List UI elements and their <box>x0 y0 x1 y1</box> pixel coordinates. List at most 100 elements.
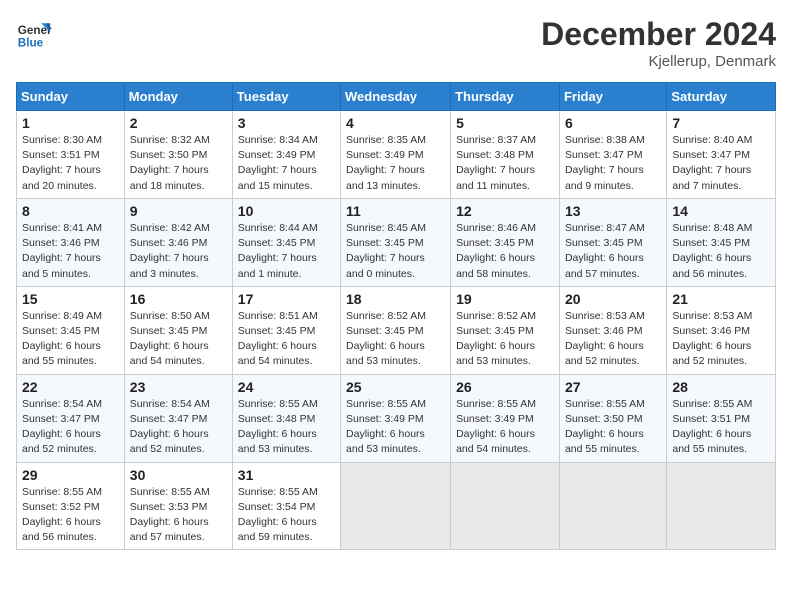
sunset-label: Sunset: 3:45 PM <box>456 325 534 337</box>
empty-cell <box>341 462 451 550</box>
day-detail: Sunrise: 8:55 AM Sunset: 3:49 PM Dayligh… <box>456 397 554 458</box>
sunset-label: Sunset: 3:45 PM <box>130 325 208 337</box>
day-cell-29: 29 Sunrise: 8:55 AM Sunset: 3:52 PM Dayl… <box>17 462 125 550</box>
sunrise-label: Sunrise: 8:52 AM <box>346 310 426 322</box>
sunrise-label: Sunrise: 8:40 AM <box>672 134 752 146</box>
daylight-label: Daylight: 6 hours and 52 minutes. <box>672 340 751 367</box>
day-detail: Sunrise: 8:55 AM Sunset: 3:50 PM Dayligh… <box>565 397 661 458</box>
day-number: 3 <box>238 115 335 131</box>
day-number: 12 <box>456 203 554 219</box>
day-detail: Sunrise: 8:42 AM Sunset: 3:46 PM Dayligh… <box>130 221 227 282</box>
header-thursday: Thursday <box>451 83 560 111</box>
sunrise-label: Sunrise: 8:53 AM <box>672 310 752 322</box>
day-detail: Sunrise: 8:44 AM Sunset: 3:45 PM Dayligh… <box>238 221 335 282</box>
sunrise-label: Sunrise: 8:42 AM <box>130 222 210 234</box>
sunrise-label: Sunrise: 8:46 AM <box>456 222 536 234</box>
day-cell-25: 25 Sunrise: 8:55 AM Sunset: 3:49 PM Dayl… <box>341 374 451 462</box>
sunrise-label: Sunrise: 8:55 AM <box>456 398 536 410</box>
daylight-label: Daylight: 6 hours and 57 minutes. <box>565 252 644 279</box>
daylight-label: Daylight: 6 hours and 55 minutes. <box>22 340 101 367</box>
sunrise-label: Sunrise: 8:48 AM <box>672 222 752 234</box>
day-cell-14: 14 Sunrise: 8:48 AM Sunset: 3:45 PM Dayl… <box>667 198 776 286</box>
sunrise-label: Sunrise: 8:55 AM <box>346 398 426 410</box>
day-cell-9: 9 Sunrise: 8:42 AM Sunset: 3:46 PM Dayli… <box>124 198 232 286</box>
daylight-label: Daylight: 6 hours and 54 minutes. <box>130 340 209 367</box>
day-number: 10 <box>238 203 335 219</box>
day-detail: Sunrise: 8:38 AM Sunset: 3:47 PM Dayligh… <box>565 133 661 194</box>
day-detail: Sunrise: 8:55 AM Sunset: 3:48 PM Dayligh… <box>238 397 335 458</box>
day-detail: Sunrise: 8:49 AM Sunset: 3:45 PM Dayligh… <box>22 309 119 370</box>
daylight-label: Daylight: 7 hours and 9 minutes. <box>565 164 644 191</box>
day-number: 28 <box>672 379 770 395</box>
day-cell-10: 10 Sunrise: 8:44 AM Sunset: 3:45 PM Dayl… <box>232 198 340 286</box>
sunrise-label: Sunrise: 8:37 AM <box>456 134 536 146</box>
day-cell-31: 31 Sunrise: 8:55 AM Sunset: 3:54 PM Dayl… <box>232 462 340 550</box>
daylight-label: Daylight: 6 hours and 52 minutes. <box>565 340 644 367</box>
sunset-label: Sunset: 3:45 PM <box>346 237 424 249</box>
day-detail: Sunrise: 8:32 AM Sunset: 3:50 PM Dayligh… <box>130 133 227 194</box>
daylight-label: Daylight: 6 hours and 58 minutes. <box>456 252 535 279</box>
sunrise-label: Sunrise: 8:32 AM <box>130 134 210 146</box>
day-cell-4: 4 Sunrise: 8:35 AM Sunset: 3:49 PM Dayli… <box>341 111 451 199</box>
sunset-label: Sunset: 3:50 PM <box>130 149 208 161</box>
daylight-label: Daylight: 7 hours and 7 minutes. <box>672 164 751 191</box>
day-detail: Sunrise: 8:53 AM Sunset: 3:46 PM Dayligh… <box>672 309 770 370</box>
sunrise-label: Sunrise: 8:41 AM <box>22 222 102 234</box>
sunrise-label: Sunrise: 8:45 AM <box>346 222 426 234</box>
sunrise-label: Sunrise: 8:30 AM <box>22 134 102 146</box>
day-detail: Sunrise: 8:55 AM Sunset: 3:54 PM Dayligh… <box>238 485 335 546</box>
day-cell-21: 21 Sunrise: 8:53 AM Sunset: 3:46 PM Dayl… <box>667 286 776 374</box>
daylight-label: Daylight: 7 hours and 0 minutes. <box>346 252 425 279</box>
sunrise-label: Sunrise: 8:38 AM <box>565 134 645 146</box>
day-number: 2 <box>130 115 227 131</box>
day-cell-28: 28 Sunrise: 8:55 AM Sunset: 3:51 PM Dayl… <box>667 374 776 462</box>
week-row-5: 29 Sunrise: 8:55 AM Sunset: 3:52 PM Dayl… <box>17 462 776 550</box>
day-detail: Sunrise: 8:50 AM Sunset: 3:45 PM Dayligh… <box>130 309 227 370</box>
day-number: 30 <box>130 467 227 483</box>
day-number: 11 <box>346 203 445 219</box>
day-detail: Sunrise: 8:54 AM Sunset: 3:47 PM Dayligh… <box>130 397 227 458</box>
svg-text:Blue: Blue <box>18 37 44 50</box>
day-number: 18 <box>346 291 445 307</box>
sunset-label: Sunset: 3:48 PM <box>456 149 534 161</box>
sunrise-label: Sunrise: 8:51 AM <box>238 310 318 322</box>
sunset-label: Sunset: 3:50 PM <box>565 413 643 425</box>
day-cell-1: 1 Sunrise: 8:30 AM Sunset: 3:51 PM Dayli… <box>17 111 125 199</box>
day-number: 26 <box>456 379 554 395</box>
sunset-label: Sunset: 3:45 PM <box>238 325 316 337</box>
header-tuesday: Tuesday <box>232 83 340 111</box>
day-number: 8 <box>22 203 119 219</box>
day-number: 6 <box>565 115 661 131</box>
sunrise-label: Sunrise: 8:50 AM <box>130 310 210 322</box>
day-cell-20: 20 Sunrise: 8:53 AM Sunset: 3:46 PM Dayl… <box>559 286 666 374</box>
daylight-label: Daylight: 6 hours and 53 minutes. <box>456 340 535 367</box>
sunrise-label: Sunrise: 8:55 AM <box>238 486 318 498</box>
day-number: 24 <box>238 379 335 395</box>
day-cell-22: 22 Sunrise: 8:54 AM Sunset: 3:47 PM Dayl… <box>17 374 125 462</box>
header-sunday: Sunday <box>17 83 125 111</box>
day-cell-16: 16 Sunrise: 8:50 AM Sunset: 3:45 PM Dayl… <box>124 286 232 374</box>
day-detail: Sunrise: 8:55 AM Sunset: 3:51 PM Dayligh… <box>672 397 770 458</box>
day-cell-13: 13 Sunrise: 8:47 AM Sunset: 3:45 PM Dayl… <box>559 198 666 286</box>
day-cell-26: 26 Sunrise: 8:55 AM Sunset: 3:49 PM Dayl… <box>451 374 560 462</box>
day-cell-5: 5 Sunrise: 8:37 AM Sunset: 3:48 PM Dayli… <box>451 111 560 199</box>
day-cell-19: 19 Sunrise: 8:52 AM Sunset: 3:45 PM Dayl… <box>451 286 560 374</box>
day-number: 27 <box>565 379 661 395</box>
daylight-label: Daylight: 7 hours and 11 minutes. <box>456 164 535 191</box>
day-cell-27: 27 Sunrise: 8:55 AM Sunset: 3:50 PM Dayl… <box>559 374 666 462</box>
day-detail: Sunrise: 8:47 AM Sunset: 3:45 PM Dayligh… <box>565 221 661 282</box>
calendar-header-row: SundayMondayTuesdayWednesdayThursdayFrid… <box>17 83 776 111</box>
daylight-label: Daylight: 6 hours and 53 minutes. <box>238 428 317 455</box>
daylight-label: Daylight: 7 hours and 20 minutes. <box>22 164 101 191</box>
sunset-label: Sunset: 3:51 PM <box>22 149 100 161</box>
day-detail: Sunrise: 8:51 AM Sunset: 3:45 PM Dayligh… <box>238 309 335 370</box>
sunrise-label: Sunrise: 8:55 AM <box>565 398 645 410</box>
empty-cell <box>559 462 666 550</box>
sunset-label: Sunset: 3:54 PM <box>238 501 316 513</box>
day-number: 29 <box>22 467 119 483</box>
sunset-label: Sunset: 3:49 PM <box>346 413 424 425</box>
day-cell-8: 8 Sunrise: 8:41 AM Sunset: 3:46 PM Dayli… <box>17 198 125 286</box>
daylight-label: Daylight: 6 hours and 52 minutes. <box>130 428 209 455</box>
day-cell-7: 7 Sunrise: 8:40 AM Sunset: 3:47 PM Dayli… <box>667 111 776 199</box>
sunset-label: Sunset: 3:45 PM <box>238 237 316 249</box>
